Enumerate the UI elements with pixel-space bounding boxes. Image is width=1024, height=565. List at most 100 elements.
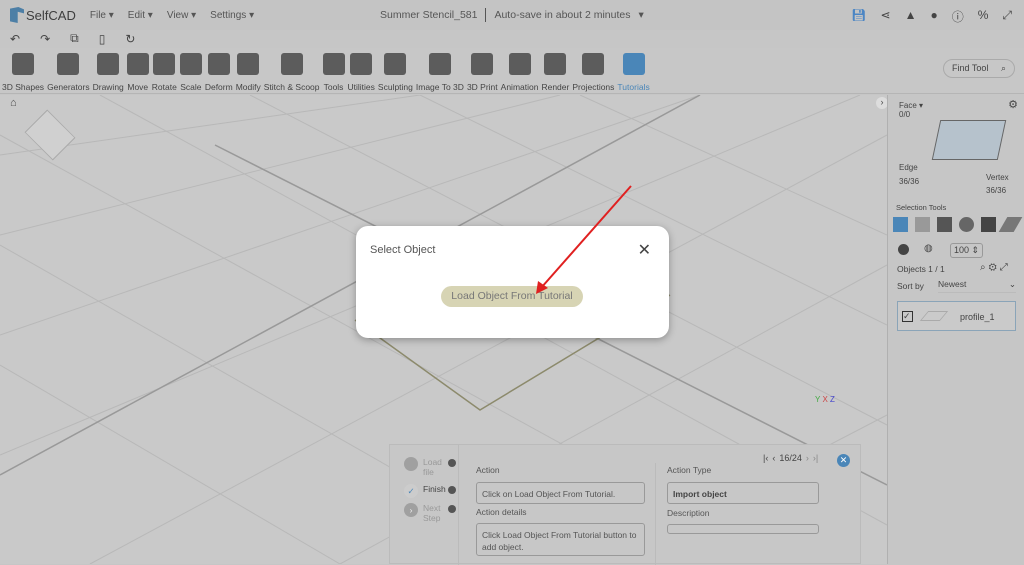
sphere-brush-icon[interactable]: ◍ xyxy=(924,243,933,254)
plane-select-icon[interactable] xyxy=(998,217,1023,232)
tutorials-icon xyxy=(622,53,645,75)
gear-icon[interactable]: ⚙ xyxy=(1008,98,1018,111)
tutorial-panel: Load file ✓ Finish › Next Step |‹ ‹ 16/24 › ›|… xyxy=(389,444,861,565)
face-label[interactable]: Face ▾ 0/0 xyxy=(899,101,923,119)
size-stepper[interactable]: 100 ⇕ xyxy=(950,243,984,258)
step-load-file[interactable]: Load file xyxy=(404,457,451,477)
percent-icon[interactable]: % xyxy=(978,8,989,25)
tool-sculpting[interactable]: Sculpting xyxy=(378,48,413,93)
share-icon[interactable]: ⋖ xyxy=(881,8,891,25)
menu-settings[interactable]: Settings ▾ xyxy=(210,10,254,21)
sort-select[interactable]: Newest ⌄ xyxy=(938,279,1016,293)
checkbox[interactable]: ✓ xyxy=(902,311,913,322)
menu-file[interactable]: File ▾ xyxy=(90,10,114,21)
save-icon[interactable]: 💾︎ xyxy=(851,8,866,25)
tool-move[interactable]: Move xyxy=(126,48,149,93)
edge-label[interactable]: Edge 36/36 xyxy=(899,161,919,189)
bell-icon[interactable]: ▲ xyxy=(905,8,917,25)
tool-rotate[interactable]: Rotate xyxy=(152,48,177,93)
selfcad-logo-icon xyxy=(10,7,24,23)
vertex-label[interactable]: Vertex 36/36 xyxy=(986,171,1009,197)
axis-gizmo: Y X Z xyxy=(815,395,835,404)
step-finish[interactable]: ✓ Finish xyxy=(404,484,446,498)
undo-icon[interactable]: ↶ xyxy=(10,32,20,46)
right-panel: Face ▾ 0/0 ⚙ Edge 36/36 Vertex 36/36 Select… xyxy=(887,95,1024,564)
step-next[interactable]: › Next Step xyxy=(404,503,451,523)
rotate-icon xyxy=(153,53,176,75)
close-icon[interactable]: ✕ xyxy=(837,454,850,467)
copy-icon[interactable]: ⧉ xyxy=(70,31,79,46)
image-to-3d-icon xyxy=(428,53,451,75)
load-object-from-tutorial-button[interactable]: Load Object From Tutorial xyxy=(441,286,583,307)
tool-animation[interactable]: Animation xyxy=(501,48,538,93)
tool-label: Scale xyxy=(180,82,202,92)
stitch-scoop-icon xyxy=(280,53,303,75)
quick-toolbar: ↶ ↷ ⧉ ▯ ↻ xyxy=(0,30,1024,47)
info-icon[interactable] xyxy=(448,486,456,494)
tool-modify[interactable]: Modify xyxy=(236,48,261,93)
divider xyxy=(655,463,656,565)
tool-stitch-scoop[interactable]: Stitch & Scoop xyxy=(264,48,320,93)
page-indicator: 16/24 xyxy=(779,453,802,463)
user-icon[interactable]: ● xyxy=(930,8,937,25)
divider xyxy=(485,8,487,22)
description-field[interactable] xyxy=(667,524,819,534)
info-icon[interactable] xyxy=(448,459,456,467)
menu-edit[interactable]: Edit ▾ xyxy=(128,10,153,21)
tool-label: Tutorials xyxy=(617,82,650,92)
tool-utilities[interactable]: Utilities xyxy=(348,48,375,93)
sphere-select-icon[interactable] xyxy=(959,217,974,232)
download-icon xyxy=(404,457,418,471)
home-icon[interactable]: ⌂ xyxy=(10,97,17,109)
next-page-icon[interactable]: › xyxy=(806,453,809,463)
tool-3d-print[interactable]: 3D Print xyxy=(467,48,498,93)
tool-tools[interactable]: Tools xyxy=(322,48,345,93)
solid-select-icon[interactable] xyxy=(893,217,908,232)
half-select-icon[interactable] xyxy=(981,217,996,232)
utilities-icon xyxy=(350,53,373,75)
gear-icon[interactable]: ⚙ xyxy=(989,262,1000,273)
fullscreen-icon[interactable]: ⤢ xyxy=(1002,8,1012,25)
autosave-status[interactable]: Auto-save in about 2 minutes xyxy=(494,9,630,22)
redo-icon[interactable]: ↷ xyxy=(40,32,50,46)
info-icon[interactable] xyxy=(448,505,456,513)
dialog-title: Select Object xyxy=(370,244,436,256)
tool-drawing[interactable]: Drawing xyxy=(93,48,124,93)
tool-label: Stitch & Scoop xyxy=(263,82,320,92)
menu-view[interactable]: View ▾ xyxy=(167,10,196,21)
delete-icon[interactable]: ▯ xyxy=(99,32,106,46)
document-title[interactable]: Summer Stencil_581 xyxy=(380,9,477,22)
logo[interactable]: SelfCAD xyxy=(10,7,76,23)
collapse-panel-icon[interactable]: › xyxy=(876,97,887,109)
select-object-dialog: Select Object ✕ Load Object From Tutoria… xyxy=(356,226,669,338)
object-list-item[interactable]: ✓ profile_1 xyxy=(897,301,1016,331)
close-icon[interactable]: ✕ xyxy=(638,240,651,260)
action-label: Action xyxy=(476,465,500,475)
first-page-icon[interactable]: |‹ xyxy=(763,453,768,463)
brush-icon[interactable] xyxy=(898,244,909,255)
tool-label: Rotate xyxy=(151,82,177,92)
tool-deform[interactable]: Deform xyxy=(205,48,233,93)
tool-scale[interactable]: Scale xyxy=(179,48,202,93)
tool-3d-shapes[interactable]: 3D Shapes xyxy=(2,48,44,93)
info-icon[interactable]: ⓘ xyxy=(952,8,964,25)
tool-render[interactable]: Render xyxy=(541,48,569,93)
tool-generators[interactable]: Generators xyxy=(47,48,90,93)
find-tool-input[interactable]: Find Tool ⌕ xyxy=(943,59,1015,78)
tool-label: Render xyxy=(541,82,570,92)
expand-icon[interactable]: ⤢ xyxy=(1000,262,1011,273)
search-icon[interactable]: ⌕ xyxy=(980,262,989,273)
action-type-field: Import object xyxy=(667,482,819,504)
chevron-down-icon[interactable]: ▾ xyxy=(638,9,643,22)
selection-tools-label: Selection Tools xyxy=(896,203,947,212)
mesh-select-icon[interactable] xyxy=(915,217,930,232)
last-page-icon[interactable]: ›| xyxy=(813,453,818,463)
tool-projections[interactable]: Projections xyxy=(572,48,614,93)
refresh-icon[interactable]: ↻ xyxy=(125,32,135,46)
prev-page-icon[interactable]: ‹ xyxy=(772,453,775,463)
tool-image-to-3d[interactable]: Image To 3D xyxy=(416,48,464,93)
tool-label: Modify xyxy=(235,82,261,92)
grid-select-icon[interactable] xyxy=(937,217,952,232)
tool-tutorials[interactable]: Tutorials xyxy=(617,48,650,93)
objects-count: Objects 1 / 1 xyxy=(897,264,945,274)
